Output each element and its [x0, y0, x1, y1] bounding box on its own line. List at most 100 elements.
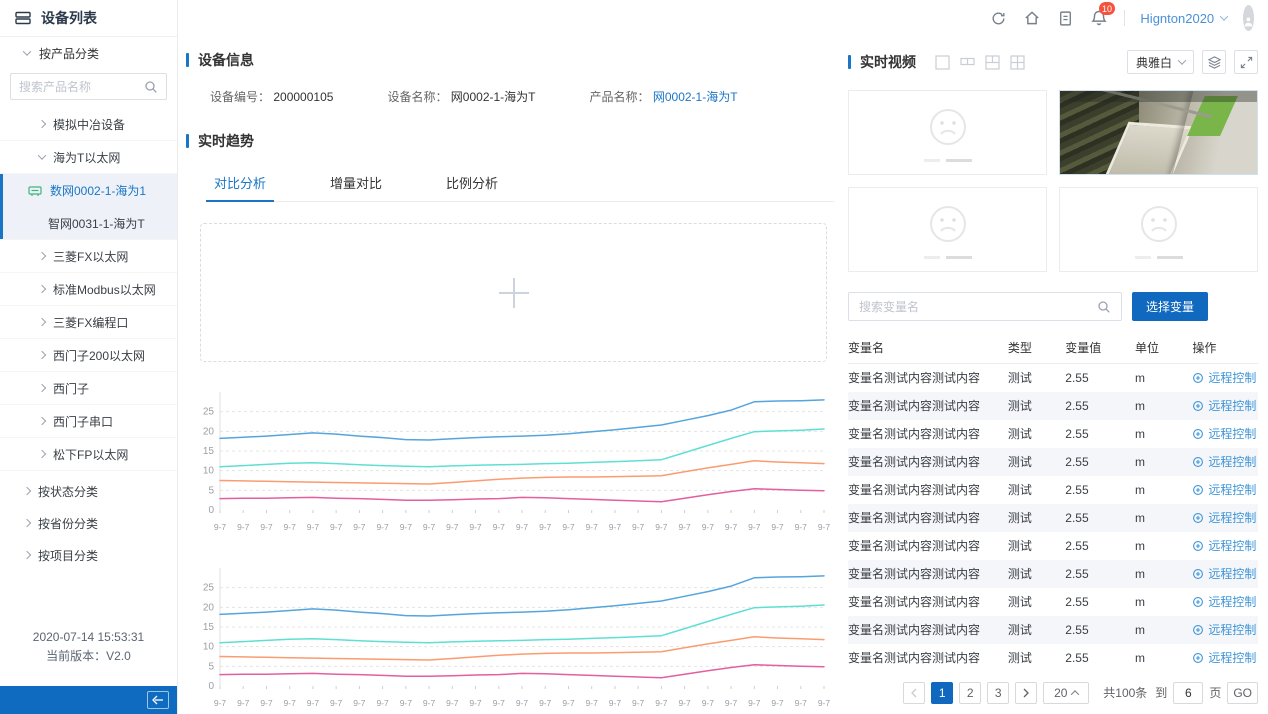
tab-比例分析[interactable]: 比例分析	[442, 165, 502, 201]
bell-icon[interactable]: 10	[1090, 9, 1108, 27]
remote-control-link[interactable]: 远程控制	[1192, 644, 1258, 672]
layout-four-icon[interactable]	[1010, 55, 1025, 70]
remote-control-link[interactable]: 远程控制	[1192, 448, 1258, 476]
remote-control-link[interactable]: 远程控制	[1192, 588, 1258, 616]
video-layout-icons	[935, 55, 1025, 70]
chevron-right-icon	[23, 487, 31, 495]
video-slot-4[interactable]	[1059, 187, 1258, 272]
svg-text:25: 25	[203, 583, 215, 594]
layout-two-icon[interactable]	[960, 55, 975, 70]
tab-增量对比[interactable]: 增量对比	[326, 165, 386, 201]
sidebar: 设备列表 按产品分类 模拟中冶设备海为T以太网数网0002-1-海为1智网003…	[0, 0, 178, 714]
add-variable-dropzone[interactable]	[200, 223, 827, 362]
sidebar-item[interactable]: 三菱FX以太网	[0, 240, 177, 273]
remote-control-link[interactable]: 远程控制	[1192, 476, 1258, 504]
remote-control-link[interactable]: 远程控制	[1192, 532, 1258, 560]
sidebar-item[interactable]: 三菱FX编程口	[0, 306, 177, 339]
sidebar-group[interactable]: 按状态分类	[0, 475, 177, 507]
document-icon[interactable]	[1057, 9, 1074, 27]
variable-search-row: 选择变量	[848, 292, 1258, 321]
sidebar-item[interactable]: 模拟中冶设备	[0, 108, 177, 141]
goto-page-input[interactable]	[1173, 682, 1203, 704]
video-slot-1[interactable]	[848, 90, 1047, 175]
remote-control-label: 远程控制	[1208, 649, 1256, 666]
prev-page-button[interactable]	[903, 682, 925, 704]
video-slot-2-camera-feed[interactable]	[1059, 90, 1258, 175]
sidebar-item[interactable]: 海为T以太网	[0, 141, 177, 174]
sidebar-item[interactable]: 数网0002-1-海为1	[0, 174, 177, 207]
remote-control-link[interactable]: 远程控制	[1192, 364, 1258, 392]
sidebar-item[interactable]: 松下FP以太网	[0, 438, 177, 471]
refresh-icon[interactable]	[990, 9, 1007, 27]
next-page-button[interactable]	[1015, 682, 1037, 704]
svg-text:0: 0	[208, 681, 214, 692]
svg-text:9-7: 9-7	[725, 522, 738, 532]
page-button-3[interactable]: 3	[987, 682, 1009, 704]
remote-control-link[interactable]: 远程控制	[1192, 504, 1258, 532]
home-icon[interactable]	[1023, 9, 1041, 27]
no-video-bars	[1135, 256, 1183, 259]
svg-text:9-7: 9-7	[260, 698, 273, 708]
video-slot-3[interactable]	[848, 187, 1047, 272]
remote-control-icon	[1192, 400, 1204, 412]
product-name-field: 产品名称： 网0002-1-海为T	[590, 88, 738, 105]
sidebar-item[interactable]: 标准Modbus以太网	[0, 273, 177, 306]
go-button[interactable]: GO	[1227, 682, 1258, 704]
chevron-right-icon	[38, 351, 46, 359]
avatar[interactable]	[1243, 5, 1254, 31]
page-button-1[interactable]: 1	[931, 682, 953, 704]
col-header-unit: 单位	[1135, 333, 1192, 363]
product-search-input[interactable]	[19, 80, 138, 94]
sidebar-item-label: 模拟中冶设备	[53, 116, 125, 133]
device-info-fields: 设备编号： 200000105 设备名称： 网0002-1-海为T 产品名称： …	[210, 88, 834, 105]
user-menu[interactable]: Hignton2020	[1140, 11, 1227, 26]
product-name-link[interactable]: 网0002-1-海为T	[653, 90, 738, 104]
theme-select[interactable]: 典雅白	[1127, 50, 1194, 74]
svg-text:9-7: 9-7	[307, 522, 320, 532]
sidebar-item-label: 西门子串口	[53, 413, 113, 430]
variable-unit: m	[1135, 644, 1192, 672]
sidebar-item[interactable]: 智网0031-1-海为T	[0, 207, 177, 240]
theme-value: 典雅白	[1136, 54, 1172, 71]
variable-name: 变量名测试内容测试内容	[848, 448, 1008, 476]
sidebar-group[interactable]: 按省份分类	[0, 507, 177, 539]
svg-text:9-7: 9-7	[655, 522, 668, 532]
sidebar-group-product[interactable]: 按产品分类	[0, 37, 177, 69]
action-cell: 远程控制	[1192, 504, 1258, 532]
trend-chart-1-wrap: 05101520259-79-79-79-79-79-79-79-79-79-7…	[192, 380, 834, 538]
select-variable-button[interactable]: 选择变量	[1132, 292, 1208, 321]
variable-value: 2.55	[1065, 588, 1135, 616]
tab-对比分析[interactable]: 对比分析	[210, 165, 270, 201]
remote-control-label: 远程控制	[1208, 397, 1256, 414]
goto-suffix: 页	[1209, 684, 1221, 701]
table-row: 变量名测试内容测试内容测试2.55m远程控制	[848, 560, 1258, 588]
remote-control-link[interactable]: 远程控制	[1192, 616, 1258, 644]
svg-text:9-7: 9-7	[353, 698, 366, 708]
action-cell: 远程控制	[1192, 560, 1258, 588]
sidebar-item[interactable]: 西门子200以太网	[0, 339, 177, 372]
layout-three-icon[interactable]	[985, 55, 1000, 70]
variable-search-input[interactable]	[859, 300, 1091, 314]
layout-single-icon[interactable]	[935, 55, 950, 70]
main-column: 设备信息 设备编号： 200000105 设备名称： 网0002-1-海为T 产…	[186, 36, 834, 714]
svg-text:9-7: 9-7	[469, 522, 482, 532]
variable-table: 变量名 类型 变量值 单位 操作 变量名测试内容测试内容测试2.55m远程控制变…	[848, 333, 1258, 672]
svg-text:9-7: 9-7	[330, 522, 343, 532]
layers-button[interactable]	[1202, 50, 1226, 74]
sidebar-item[interactable]: 西门子	[0, 372, 177, 405]
collapse-sidebar-icon[interactable]	[147, 691, 169, 709]
device-info-title: 设备信息	[198, 50, 254, 70]
variable-value: 2.55	[1065, 392, 1135, 420]
page-button-2[interactable]: 2	[959, 682, 981, 704]
remote-control-link[interactable]: 远程控制	[1192, 392, 1258, 420]
sidebar-group-label: 按状态分类	[38, 483, 98, 500]
page-size-select[interactable]: 20	[1043, 682, 1089, 704]
sidebar-group[interactable]: 按项目分类	[0, 539, 177, 571]
video-grid	[848, 90, 1258, 272]
fullscreen-button[interactable]	[1234, 50, 1258, 74]
sidebar-item[interactable]: 西门子串口	[0, 405, 177, 438]
remote-control-link[interactable]: 远程控制	[1192, 560, 1258, 588]
remote-control-link[interactable]: 远程控制	[1192, 420, 1258, 448]
sidebar-group-label: 按项目分类	[38, 547, 98, 564]
remote-control-icon	[1192, 484, 1204, 496]
